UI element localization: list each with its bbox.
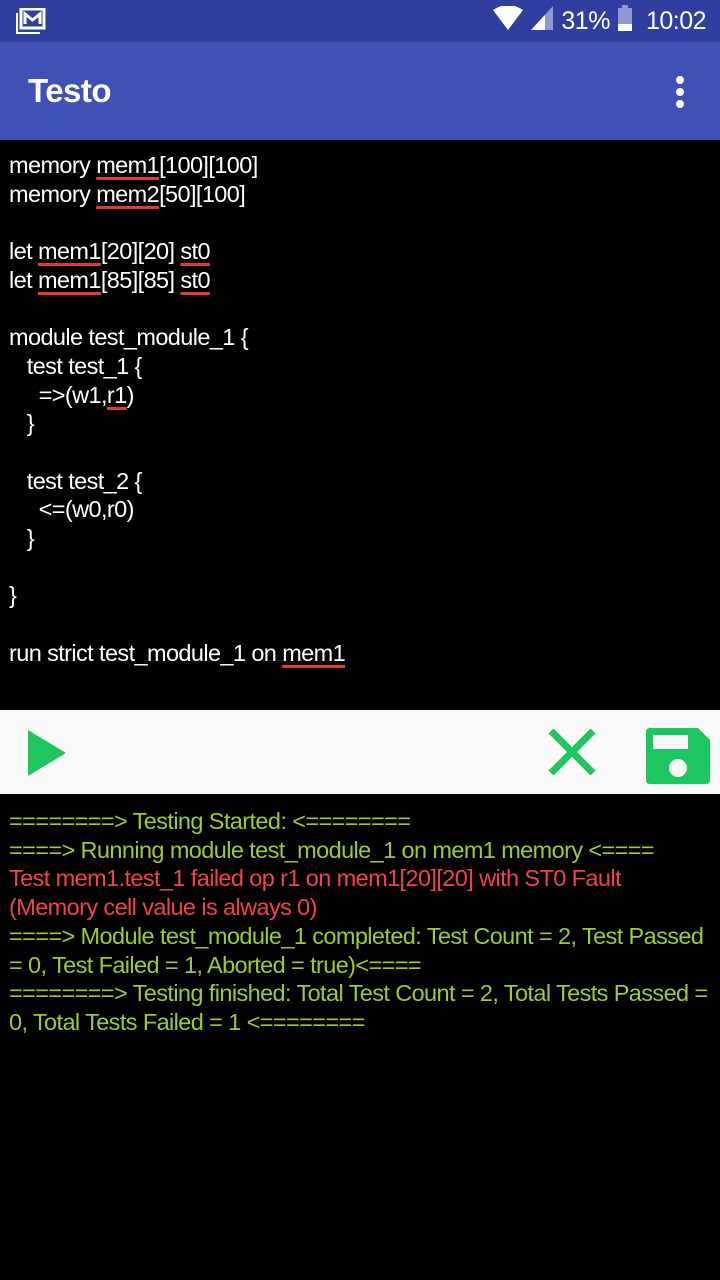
log-line: ====> Running module test_module_1 on me… bbox=[9, 836, 655, 863]
code-line[interactable]: } bbox=[0, 581, 720, 610]
cell-signal-icon bbox=[531, 5, 554, 37]
save-icon bbox=[646, 728, 710, 784]
action-toolbar bbox=[0, 710, 720, 794]
code-line[interactable]: =>(w1,r1) bbox=[0, 381, 720, 410]
code-line[interactable]: let mem1[20][20] st0 bbox=[0, 237, 720, 266]
code-text: let bbox=[9, 266, 38, 293]
code-text: let bbox=[9, 238, 38, 265]
code-line[interactable] bbox=[0, 553, 720, 582]
code-line[interactable] bbox=[0, 294, 720, 323]
code-line[interactable]: <=(w0,r0) bbox=[0, 495, 720, 524]
code-line[interactable]: run strict test_module_1 on mem1 bbox=[0, 639, 720, 668]
misspelled-word: st0 bbox=[180, 238, 210, 265]
clock: 10:02 bbox=[645, 6, 707, 35]
app-bar: Testo bbox=[0, 42, 720, 140]
code-line[interactable]: module test_module_1 { bbox=[0, 323, 720, 352]
test-output-console: ========> Testing Started: <======== ====… bbox=[0, 794, 720, 1280]
log-line: ====> Module test_module_1 completed: Te… bbox=[9, 922, 710, 978]
code-text: } bbox=[9, 410, 35, 437]
code-line[interactable] bbox=[0, 610, 720, 639]
status-bar: 31% 10:02 bbox=[0, 0, 720, 42]
gmail-icon bbox=[16, 7, 46, 34]
code-text: ) bbox=[126, 381, 135, 408]
app-title: Testo bbox=[28, 72, 112, 109]
battery-icon bbox=[617, 4, 632, 38]
code-text: test test_1 { bbox=[9, 352, 143, 379]
code-text: =>(w1, bbox=[9, 381, 108, 408]
play-icon bbox=[28, 730, 66, 776]
code-text: [50][100] bbox=[159, 180, 246, 207]
code-line[interactable] bbox=[0, 208, 720, 237]
code-text: } bbox=[9, 582, 17, 609]
misspelled-word: r1 bbox=[106, 381, 127, 408]
code-text: } bbox=[9, 524, 35, 551]
code-editor[interactable]: memory mem1[100][100] memory mem2[50][100… bbox=[0, 140, 720, 710]
misspelled-word: mem1 bbox=[37, 238, 101, 265]
code-text: module test_module_1 { bbox=[9, 324, 249, 351]
battery-percent: 31% bbox=[561, 6, 610, 35]
code-text: test test_2 { bbox=[9, 467, 143, 494]
code-text: <=(w0,r0) bbox=[9, 496, 135, 523]
misspelled-word: mem1 bbox=[96, 152, 160, 178]
code-line[interactable]: } bbox=[0, 409, 720, 438]
code-line[interactable]: memory mem1[100][100] bbox=[0, 151, 720, 180]
code-line[interactable]: memory mem2[50][100] bbox=[0, 180, 720, 209]
code-text: memory bbox=[9, 152, 97, 178]
log-line: ========> Testing finished: Total Test C… bbox=[9, 980, 714, 1035]
code-text: [20][20] bbox=[100, 238, 181, 265]
close-icon bbox=[548, 728, 596, 776]
code-text: memory bbox=[9, 180, 97, 207]
log-line: ========> Testing Started: <======== bbox=[9, 808, 411, 834]
log-line: Test mem1.test_1 failed op r1 on mem1[20… bbox=[9, 865, 627, 921]
misspelled-word: mem1 bbox=[37, 266, 101, 293]
code-line[interactable]: test test_1 { bbox=[0, 352, 720, 381]
code-line[interactable]: test test_2 { bbox=[0, 467, 720, 496]
code-line[interactable] bbox=[0, 438, 720, 467]
more-vert-icon[interactable] bbox=[668, 76, 692, 108]
code-text: [85][85] bbox=[100, 266, 181, 293]
code-text: [100][100] bbox=[159, 152, 258, 178]
code-line[interactable]: let mem1[85][85] st0 bbox=[0, 266, 720, 295]
save-button[interactable] bbox=[646, 728, 710, 789]
code-text: run strict test_module_1 on bbox=[9, 639, 283, 666]
clear-button[interactable] bbox=[546, 726, 598, 783]
run-button[interactable] bbox=[26, 728, 68, 783]
code-line[interactable]: } bbox=[0, 524, 720, 553]
misspelled-word: mem2 bbox=[96, 180, 160, 207]
wifi-icon bbox=[493, 4, 524, 37]
misspelled-word: st0 bbox=[180, 266, 210, 293]
misspelled-word: mem1 bbox=[282, 639, 346, 666]
